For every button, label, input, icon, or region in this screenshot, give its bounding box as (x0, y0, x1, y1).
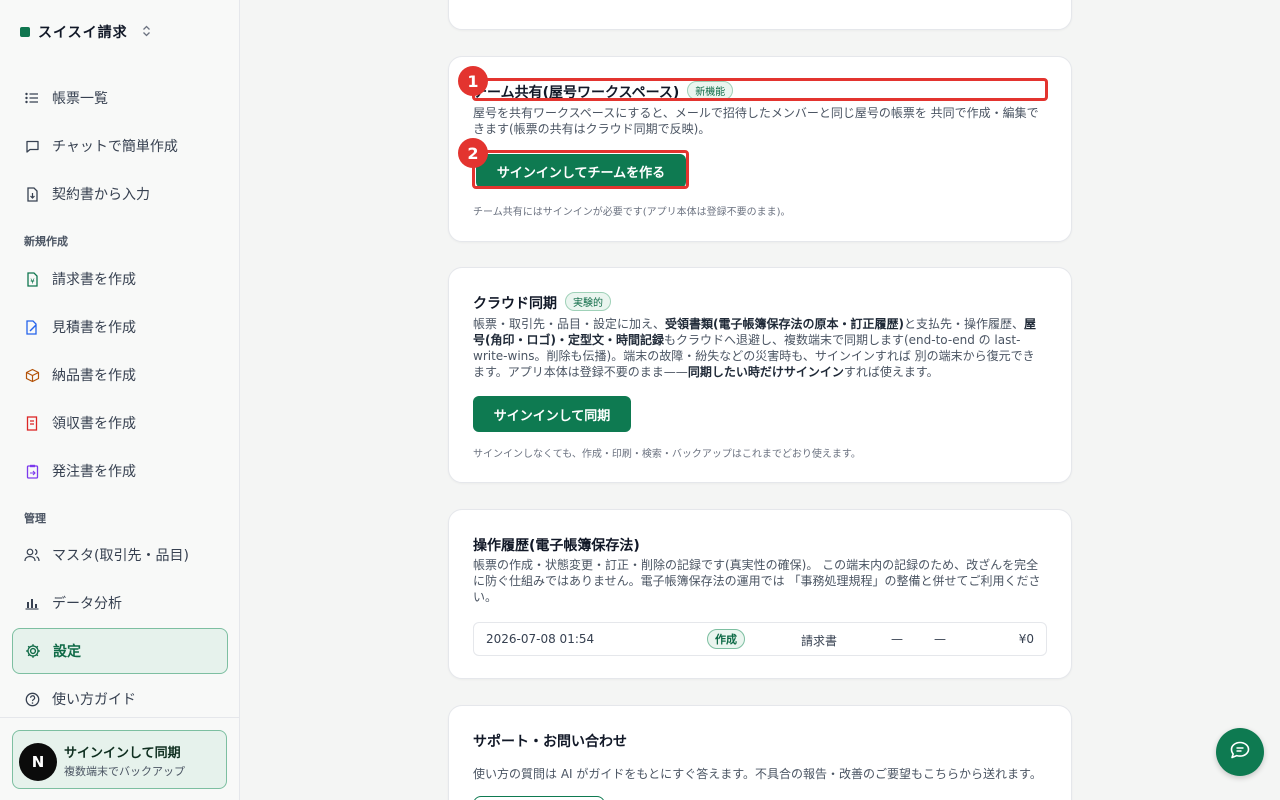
operation-log-card: 操作履歴(電子帳簿保存法) 帳票の作成・状態変更・訂正・削除の記録です(真実性の… (448, 509, 1072, 679)
signin-sync-card[interactable]: N サインインして同期 複数端末でバックアップ (12, 730, 227, 789)
sidebar-item-create-order[interactable]: 発注書を作成 (12, 449, 228, 493)
support-title: サポート・お問い合わせ (473, 734, 627, 750)
sidebar-item-label: データ分析 (52, 596, 122, 612)
sidebar-item-label: 領収書を作成 (52, 416, 136, 432)
receipt-icon (24, 415, 40, 431)
sidebar-item-label: 請求書を作成 (52, 272, 136, 288)
sidebar-item-contract-import[interactable]: 契約書から入力 (12, 172, 228, 216)
support-card: サポート・お問い合わせ 使い方の質問は AI がガイドをもとにすぐ答えます。不具… (448, 705, 1072, 800)
step-marker-2: 2 (458, 138, 488, 168)
log-doc-type: 請求書 (801, 634, 838, 648)
signin-sync-button[interactable]: サインインして同期 (473, 396, 631, 432)
bar-chart-icon (24, 595, 40, 611)
brand-name: スイスイ請求 (38, 25, 128, 41)
log-col1: — (891, 632, 903, 646)
box-icon (24, 367, 40, 383)
sidebar-item-guide[interactable]: 使い方ガイド (12, 677, 228, 721)
signin-title: サインインして同期 (64, 746, 181, 761)
sidebar-item-settings[interactable]: 設定 (12, 628, 228, 674)
section-label-manage: 管理 (24, 512, 46, 525)
svg-text:¥: ¥ (30, 277, 35, 285)
log-amount: ¥0 (1018, 632, 1034, 646)
sidebar-item-label: チャットで簡単作成 (52, 139, 178, 155)
sidebar-item-create-quote[interactable]: 見積書を作成 (12, 305, 228, 349)
sidebar-item-label: 帳票一覧 (52, 91, 108, 107)
desc-part-bold: 受領書類(電子帳簿保存法の原本・訂正履歴) (665, 317, 904, 331)
gear-icon (25, 643, 41, 659)
invoice-icon: ¥ (24, 271, 40, 287)
sidebar-item-label: 設定 (53, 644, 81, 660)
sidebar-footer: N サインインして同期 複数端末でバックアップ (0, 717, 239, 800)
card-previous-section (448, 0, 1072, 30)
sidebar-item-chat-create[interactable]: チャットで簡単作成 (12, 124, 228, 168)
chat-icon (24, 138, 40, 154)
support-button[interactable] (473, 796, 605, 800)
sidebar-item-create-receipt[interactable]: 領収書を作成 (12, 401, 228, 445)
users-icon (24, 547, 40, 563)
experimental-badge: 実験的 (565, 292, 611, 311)
workspace-switcher[interactable]: スイスイ請求 (20, 22, 151, 42)
document-import-icon (24, 186, 40, 202)
help-icon (24, 691, 40, 707)
list-icon (24, 90, 40, 106)
team-share-description: 屋号を共有ワークスペースにすると、メールで招待したメンバーと同じ屋号の帳票を 共… (473, 106, 1039, 136)
support-description: 使い方の質問は AI がガイドをもとにすぐ答えます。不具合の報告・改善のご要望も… (473, 767, 1042, 781)
sidebar-item-create-invoice[interactable]: ¥ 請求書を作成 (12, 257, 228, 301)
team-share-note: チーム共有にはサインインが必要です(アプリ本体は登録不要のまま)。 (473, 207, 791, 218)
order-icon (24, 463, 40, 479)
section-label-new: 新規作成 (24, 235, 68, 248)
sidebar: スイスイ請求 帳票一覧 チャットで簡単作成 契約書から入力 新規作成 ¥ 請求書… (0, 0, 240, 800)
chat-support-button[interactable] (1216, 728, 1264, 776)
cloud-sync-description: 帳票・取引先・品目・設定に加え、受領書類(電子帳簿保存法の原本・訂正履歴)と支払… (473, 316, 1045, 380)
log-col2: — (934, 632, 946, 646)
sidebar-item-label: 発注書を作成 (52, 464, 136, 480)
sidebar-item-label: マスタ(取引先・品目) (52, 548, 189, 564)
avatar: N (19, 743, 57, 781)
desc-part: と支払先・操作履歴、 (904, 317, 1025, 331)
log-datetime: 2026-07-08 01:54 (486, 632, 595, 646)
table-row[interactable]: 2026-07-08 01:54 作成 請求書 — — ¥0 (473, 622, 1047, 656)
log-action-badge: 作成 (707, 629, 745, 649)
cloud-sync-card: クラウド同期 実験的 帳票・取引先・品目・設定に加え、受領書類(電子帳簿保存法の原… (448, 267, 1072, 483)
desc-part-bold: 同期したい時だけサインイン (687, 365, 844, 379)
chat-bubble-icon (1229, 740, 1251, 764)
cloud-sync-title-text: クラウド同期 (473, 296, 557, 312)
desc-part: すれば使えます。 (843, 365, 939, 379)
chevron-updown-icon (142, 25, 151, 40)
sidebar-item-label: 見積書を作成 (52, 320, 136, 336)
signin-subtitle: 複数端末でバックアップ (64, 765, 185, 778)
sidebar-item-master[interactable]: マスタ(取引先・品目) (12, 533, 228, 577)
operation-log-description: 帳票の作成・状態変更・訂正・削除の記録です(真実性の確保)。 この端末内の記録の… (473, 558, 1041, 604)
sidebar-item-label: 契約書から入力 (52, 187, 150, 203)
highlight-team-title (472, 78, 1048, 101)
cloud-sync-note: サインインしなくても、作成・印刷・検索・バックアップはこれまでどおり使えます。 (473, 449, 861, 460)
operation-log-title: 操作履歴(電子帳簿保存法) (473, 538, 640, 554)
desc-part: 帳票・取引先・品目・設定に加え、 (473, 317, 666, 331)
sidebar-item-analytics[interactable]: データ分析 (12, 581, 228, 625)
sidebar-item-documents[interactable]: 帳票一覧 (12, 76, 228, 120)
sidebar-item-create-delivery[interactable]: 納品書を作成 (12, 353, 228, 397)
brand-logo-icon (20, 27, 30, 37)
cloud-sync-title: クラウド同期 実験的 (473, 292, 611, 313)
sidebar-item-label: 納品書を作成 (52, 368, 136, 384)
highlight-create-team-button (472, 150, 689, 189)
quote-icon (24, 319, 40, 335)
sidebar-item-label: 使い方ガイド (52, 692, 136, 708)
step-marker-1: 1 (458, 66, 488, 96)
